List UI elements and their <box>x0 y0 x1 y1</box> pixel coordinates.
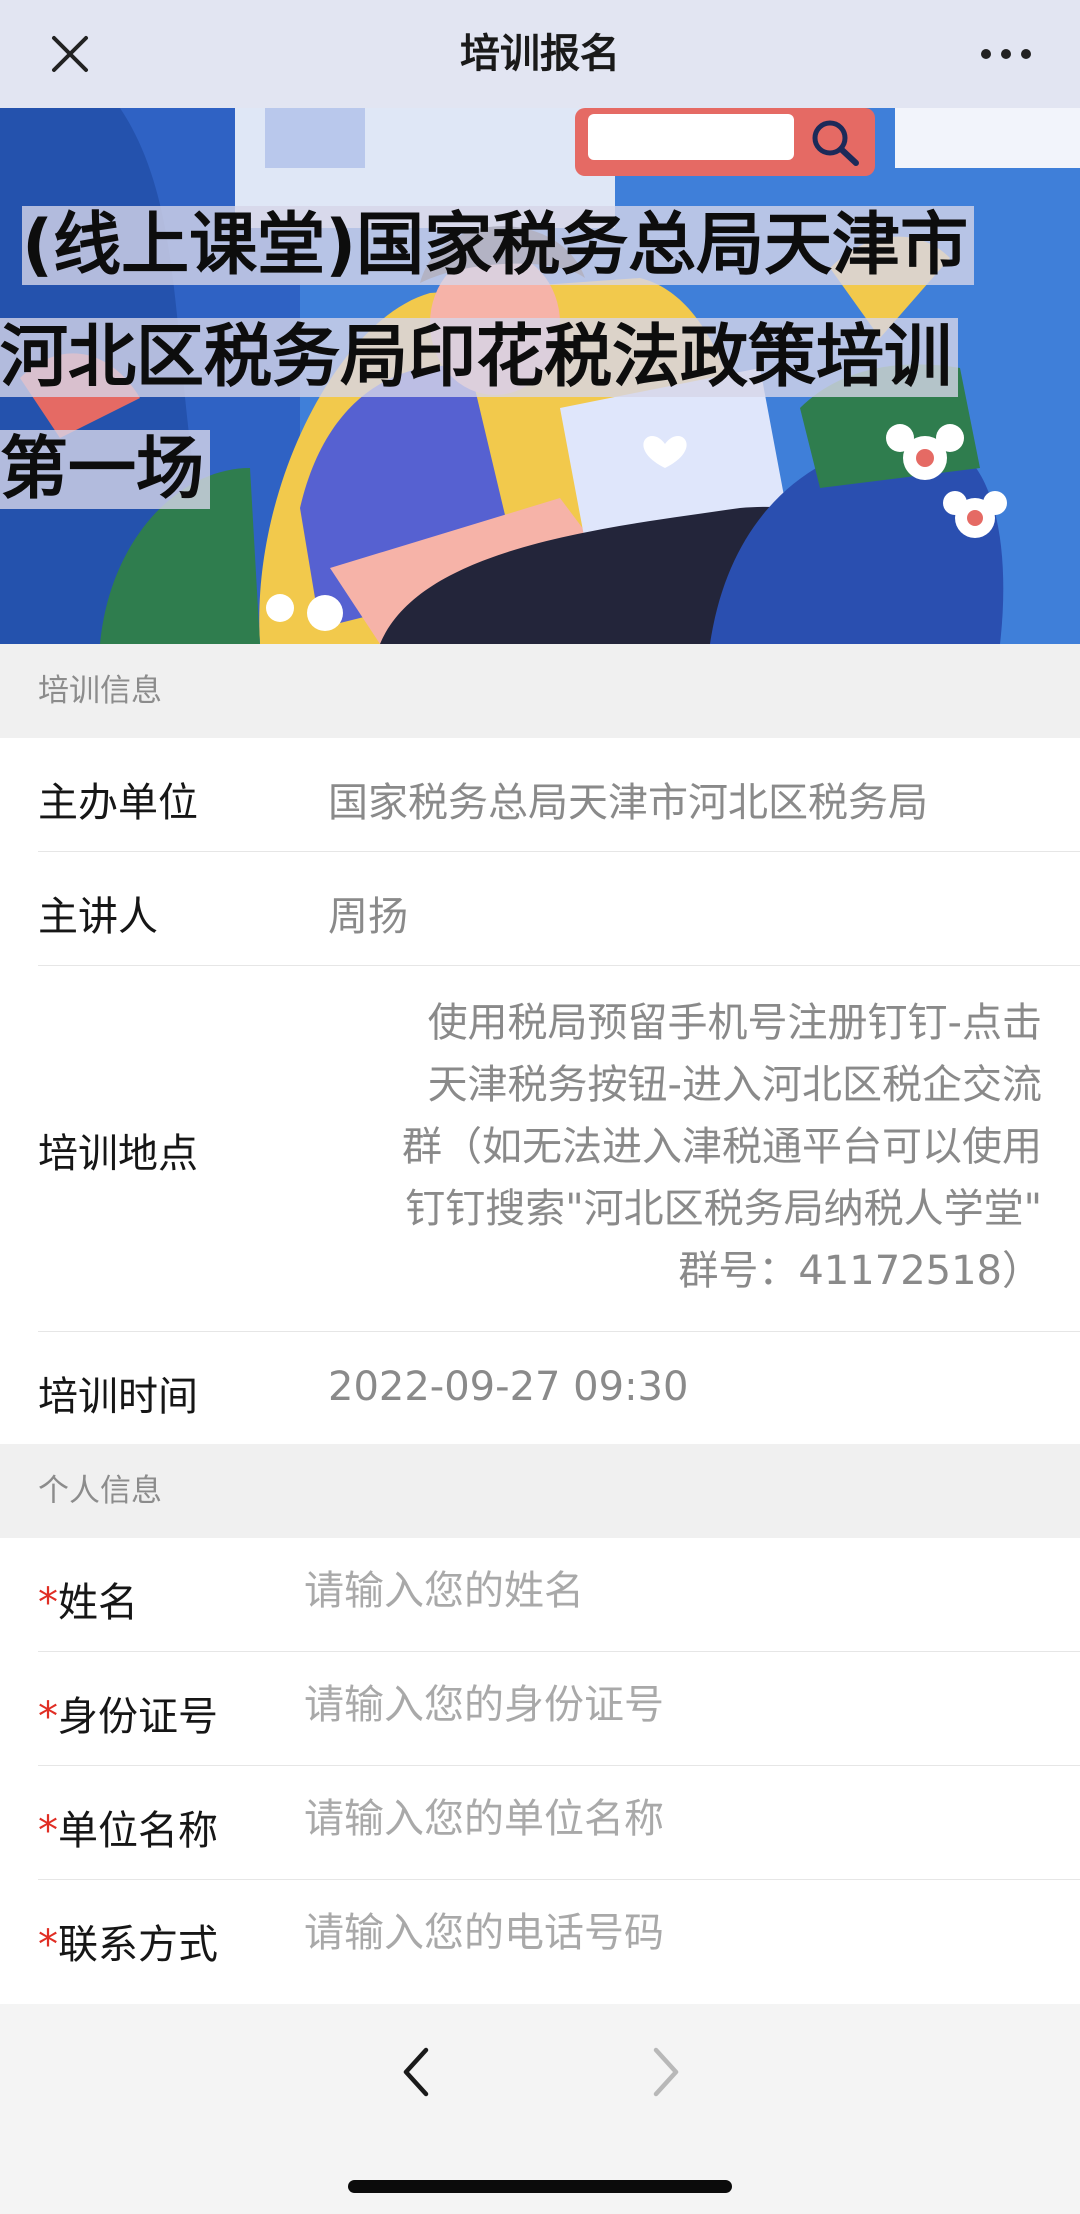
contact-row: *联系方式 <box>38 1880 1080 2004</box>
more-icon[interactable] <box>978 34 1034 74</box>
location-line: 群号：41172518） <box>678 1248 1042 1294</box>
organizer-row: 主办单位 国家税务总局天津市河北区税务局 <box>38 738 1080 852</box>
banner-title: (线上课堂)国家税务总局天津市 河北区税务局印花税法政策培训 第一场 <box>0 190 1080 526</box>
location-label: 培训地点 <box>38 1131 198 1177</box>
speaker-row: 主讲人 周扬 <box>38 852 1080 966</box>
phone-input[interactable] <box>304 1910 1042 1956</box>
location-line: 使用税局预留手机号注册钉钉-点击 <box>427 1000 1042 1046</box>
contact-label: *联系方式 <box>38 1922 218 1968</box>
chevron-left-icon[interactable] <box>392 2044 440 2100</box>
required-mark: * <box>38 1922 58 1968</box>
location-line: 天津税务按钮-进入河北区税企交流 <box>427 1062 1042 1108</box>
company-row: *单位名称 <box>38 1766 1080 1880</box>
location-row: 培训地点 使用税局预留手机号注册钉钉-点击 天津税务按钮-进入河北区税企交流 群… <box>38 966 1080 1332</box>
time-label: 培训时间 <box>38 1374 198 1420</box>
organizer-value: 国家税务总局天津市河北区税务局 <box>328 780 928 826</box>
required-mark: * <box>38 1580 58 1626</box>
home-indicator <box>348 2180 732 2193</box>
id-number-input[interactable] <box>304 1682 1042 1728</box>
banner-title-line-2: 河北区税务局印花税法政策培训 <box>0 302 1080 414</box>
location-line: 群（如无法进入津税通平台可以使用 <box>402 1124 1042 1170</box>
personal-info-panel: *姓名 *身份证号 *单位名称 *联系方式 <box>0 1538 1080 2004</box>
nav-bar: 培训报名 <box>0 0 1080 108</box>
required-mark: * <box>38 1694 58 1740</box>
name-input[interactable] <box>304 1568 1042 1614</box>
training-info-header: 培训信息 <box>0 644 1080 738</box>
id-row: *身份证号 <box>38 1652 1080 1766</box>
company-input[interactable] <box>304 1796 1042 1842</box>
id-label: *身份证号 <box>38 1694 218 1740</box>
banner: (线上课堂)国家税务总局天津市 河北区税务局印花税法政策培训 第一场 <box>0 108 1080 644</box>
speaker-label: 主讲人 <box>38 894 158 940</box>
banner-title-line-3: 第一场 <box>0 414 1080 526</box>
page-title: 培训报名 <box>460 31 620 77</box>
time-value: 2022-09-27 09:30 <box>328 1364 689 1410</box>
banner-title-line-1: (线上课堂)国家税务总局天津市 <box>0 190 1080 302</box>
speaker-value: 周扬 <box>328 894 408 940</box>
name-row: *姓名 <box>38 1538 1080 1652</box>
location-line: 钉钉搜索"河北区税务局纳税人学堂" <box>405 1186 1042 1232</box>
personal-info-header: 个人信息 <box>0 1444 1080 1538</box>
required-mark: * <box>38 1808 58 1854</box>
company-label: *单位名称 <box>38 1808 218 1854</box>
time-row: 培训时间 2022-09-27 09:30 <box>38 1332 1080 1444</box>
organizer-label: 主办单位 <box>38 780 198 826</box>
chevron-right-icon[interactable] <box>642 2044 690 2100</box>
name-label: *姓名 <box>38 1580 138 1626</box>
training-info-panel: 主办单位 国家税务总局天津市河北区税务局 主讲人 周扬 培训地点 使用税局预留手… <box>0 738 1080 1444</box>
location-value: 使用税局预留手机号注册钉钉-点击 天津税务按钮-进入河北区税企交流 群（如无法进… <box>338 992 1042 1302</box>
